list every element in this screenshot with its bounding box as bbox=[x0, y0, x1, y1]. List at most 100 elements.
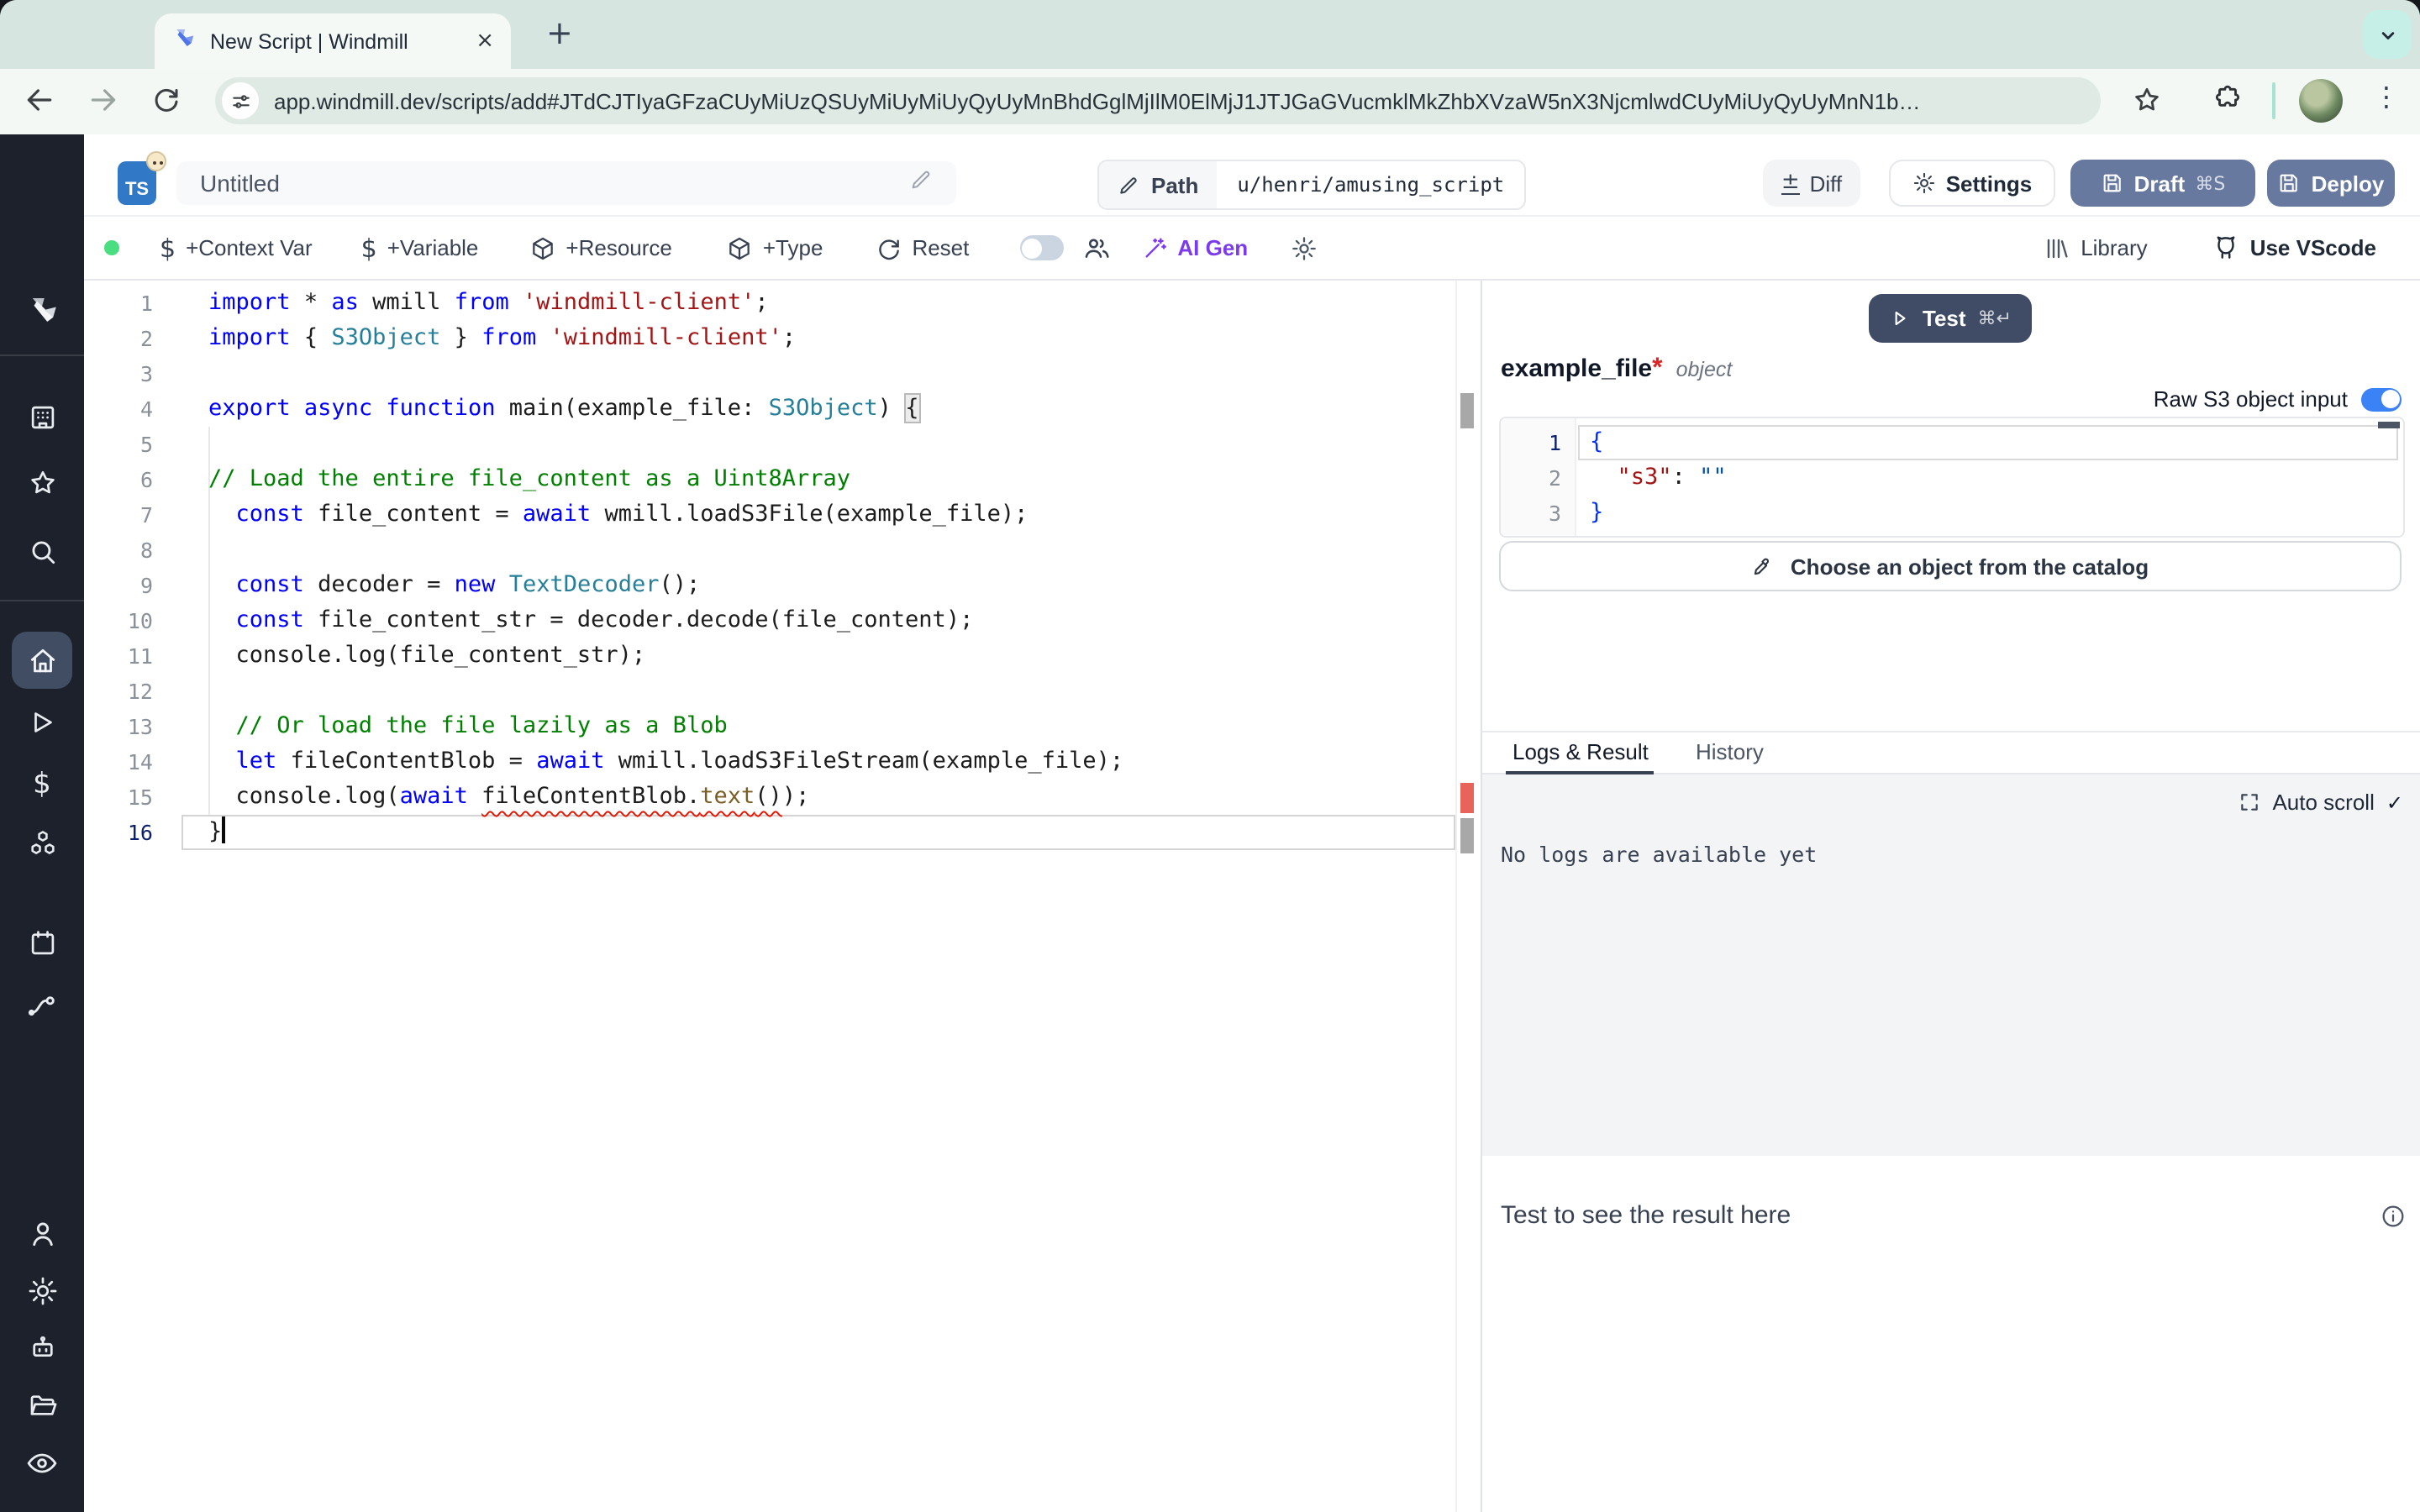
overview-mark-bracket bbox=[1460, 393, 1474, 428]
argument-type: object bbox=[1676, 358, 1733, 381]
calendar-icon bbox=[26, 927, 58, 959]
browser-menu-icon[interactable]: ⋮ bbox=[2373, 81, 2400, 113]
draft-label: Draft bbox=[2134, 171, 2186, 196]
play-icon bbox=[1889, 307, 1911, 329]
raw-s3-toggle[interactable] bbox=[2361, 387, 2402, 411]
result-placeholder-row: Test to see the result here bbox=[1501, 1201, 2407, 1230]
toolbar-separator bbox=[2272, 82, 2275, 119]
editor-toolbar: $ +Context Var $ +Variable +Resource +Ty… bbox=[84, 215, 2420, 281]
eyedropper-icon bbox=[1752, 554, 1776, 578]
url-address-bar[interactable]: app.windmill.dev/scripts/add#JTdCJTIyaGF… bbox=[215, 77, 2101, 124]
line-number-gutter: 12345678910111213141516 bbox=[84, 286, 153, 850]
code-editor[interactable]: 12345678910111213141516 import * as wmil… bbox=[84, 281, 1481, 1512]
test-panel: Test ⌘↵ example_file* object Raw S3 obje… bbox=[1481, 281, 2420, 1512]
dollar-icon: $ bbox=[361, 233, 377, 263]
sidebar-item-workspace[interactable] bbox=[0, 402, 84, 433]
tab-search-button[interactable] bbox=[2363, 10, 2412, 59]
browser-tab[interactable]: New Script | Windmill × bbox=[155, 13, 511, 69]
browser-window: New Script | Windmill × + app.windmill.d bbox=[0, 0, 2420, 1512]
use-vscode-button[interactable]: Use VScode bbox=[2212, 234, 2376, 262]
sidebar-item-user[interactable] bbox=[0, 1218, 84, 1250]
add-resource-button[interactable]: +Resource bbox=[529, 234, 671, 261]
info-icon[interactable] bbox=[2380, 1202, 2407, 1229]
deploy-button[interactable]: Deploy bbox=[2267, 160, 2395, 207]
reload-button[interactable] bbox=[151, 84, 182, 123]
draft-shortcut: ⌘S bbox=[2195, 172, 2225, 194]
add-context-var-button[interactable]: $ +Context Var bbox=[160, 233, 313, 263]
diff-button[interactable]: ± Diff bbox=[1763, 160, 1860, 207]
multiplayer-toggle[interactable] bbox=[1019, 235, 1063, 260]
forward-button[interactable] bbox=[87, 84, 119, 124]
connection-status-dot bbox=[104, 240, 119, 255]
path-edit-button[interactable]: Path bbox=[1099, 161, 1217, 208]
tab-history[interactable]: History bbox=[1696, 739, 1764, 764]
sidebar-item-schedules[interactable] bbox=[0, 927, 84, 959]
path-label: Path bbox=[1151, 172, 1198, 197]
back-button[interactable] bbox=[24, 84, 55, 124]
library-label: Library bbox=[2081, 235, 2148, 260]
extensions-puzzle-icon[interactable] bbox=[2212, 84, 2244, 124]
sidebar-item-favorites[interactable] bbox=[0, 467, 84, 499]
tab-logs-result[interactable]: Logs & Result bbox=[1512, 739, 1649, 764]
tab-close-icon[interactable]: × bbox=[476, 29, 494, 54]
code-lines[interactable]: import * as wmill from 'windmill-client'… bbox=[208, 286, 1123, 850]
raw-s3-row: Raw S3 object input bbox=[2154, 386, 2402, 412]
sidebar-item-search[interactable] bbox=[0, 536, 84, 568]
script-header: TS Untitled Path u/henri/amusing_script … bbox=[84, 134, 2420, 215]
editor-settings-gear-icon[interactable] bbox=[1290, 234, 1317, 261]
new-tab-button[interactable]: + bbox=[546, 15, 573, 52]
edit-title-pencil-icon[interactable] bbox=[909, 167, 933, 199]
robot-icon bbox=[26, 1332, 58, 1364]
sidebar-item-workers[interactable] bbox=[0, 1332, 84, 1364]
choose-object-label: Choose an object from the catalog bbox=[1791, 554, 2149, 579]
sidebar-item-runs[interactable] bbox=[0, 707, 84, 738]
sidebar-item-settings[interactable] bbox=[0, 1275, 84, 1307]
path-value[interactable]: u/henri/amusing_script bbox=[1217, 161, 1524, 208]
multiplayer-users-icon bbox=[1081, 234, 1110, 262]
settings-button[interactable]: Settings bbox=[1889, 160, 2055, 207]
route-icon bbox=[25, 990, 59, 1023]
sidebar-item-audit-logs[interactable] bbox=[0, 1446, 84, 1480]
add-type-button[interactable]: +Type bbox=[726, 234, 823, 261]
checkmark-icon: ✓ bbox=[2386, 790, 2403, 814]
ai-gen-button[interactable]: AI Gen bbox=[1140, 234, 1248, 261]
script-title-input[interactable]: Untitled bbox=[176, 161, 956, 205]
sidebar-item-folders[interactable] bbox=[0, 1389, 84, 1421]
draft-button[interactable]: Draft ⌘S bbox=[2070, 160, 2255, 207]
json-line-number-gutter: 123 bbox=[1501, 418, 1576, 536]
vscode-icon bbox=[2212, 234, 2240, 262]
windmill-favicon-icon bbox=[171, 24, 197, 58]
home-icon bbox=[26, 645, 58, 677]
reset-button[interactable]: Reset bbox=[875, 234, 969, 261]
windmill-logo-icon[interactable] bbox=[0, 292, 84, 328]
profile-avatar[interactable] bbox=[2299, 79, 2343, 123]
sidebar-item-home[interactable] bbox=[0, 645, 84, 677]
library-button[interactable]: Library bbox=[2044, 234, 2148, 261]
site-settings-icon[interactable] bbox=[222, 82, 259, 119]
sidebar-item-variables[interactable]: $ bbox=[0, 768, 84, 801]
plus-minus-icon: ± bbox=[1781, 172, 1800, 194]
bookmark-star-icon[interactable] bbox=[2131, 84, 2163, 124]
overview-mark-error bbox=[1460, 783, 1474, 813]
eye-icon bbox=[25, 1446, 59, 1480]
add-variable-button[interactable]: $ +Variable bbox=[361, 233, 479, 263]
json-input-editor[interactable]: 123 { "s3": ""} bbox=[1499, 417, 2405, 538]
choose-object-button[interactable]: Choose an object from the catalog bbox=[1499, 541, 2402, 591]
url-text: app.windmill.dev/scripts/add#JTdCJTIyaGF… bbox=[274, 88, 1921, 113]
test-button[interactable]: Test ⌘↵ bbox=[1869, 294, 2032, 343]
path-group[interactable]: Path u/henri/amusing_script bbox=[1097, 160, 1526, 210]
json-code-lines[interactable]: { "s3": ""} bbox=[1590, 425, 1727, 531]
sidebar-item-resources[interactable] bbox=[0, 828, 84, 860]
auto-scroll-control[interactable]: Auto scroll ✓ bbox=[2238, 790, 2403, 815]
use-vscode-label: Use VScode bbox=[2250, 235, 2376, 260]
sidebar-item-flows[interactable] bbox=[0, 990, 84, 1023]
bun-runtime-icon bbox=[146, 151, 166, 171]
test-shortcut: ⌘↵ bbox=[1978, 307, 2012, 329]
overview-ruler[interactable] bbox=[1455, 281, 1481, 1512]
logs-output-panel: Auto scroll ✓ No logs are available yet bbox=[1482, 774, 2420, 1156]
diff-label: Diff bbox=[1810, 171, 1843, 196]
tab-title: New Script | Windmill bbox=[210, 29, 476, 53]
search-icon bbox=[26, 536, 58, 568]
script-title-value: Untitled bbox=[200, 170, 909, 197]
no-logs-message: No logs are available yet bbox=[1501, 842, 1817, 867]
